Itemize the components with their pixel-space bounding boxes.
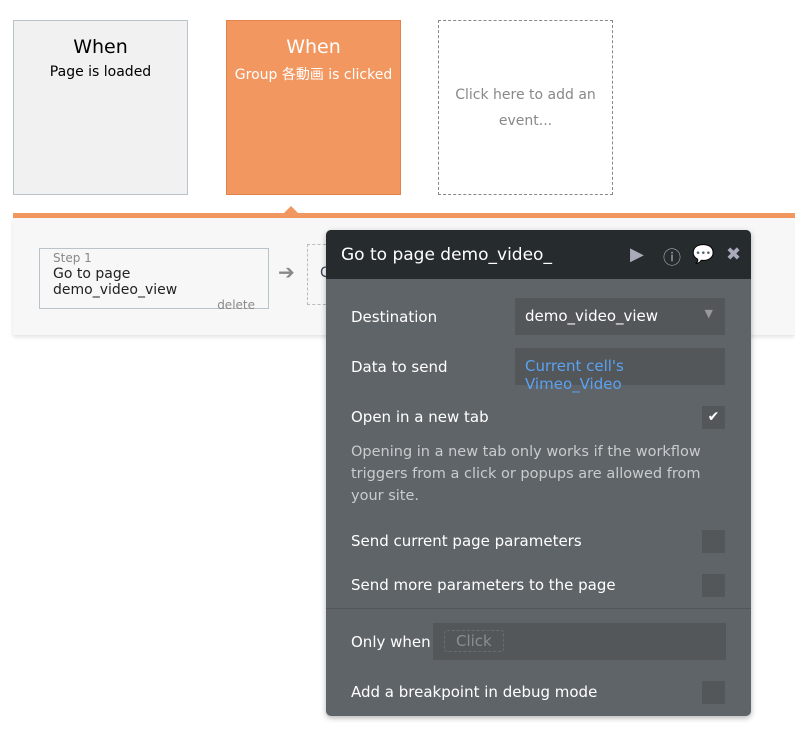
event-trigger: Page is loaded <box>49 64 152 80</box>
add-event-button[interactable]: Click here to add an event... <box>438 20 613 195</box>
destination-value: demo_video_view <box>525 307 659 325</box>
divider <box>326 608 751 609</box>
add-event-label: Click here to add an event... <box>455 86 596 129</box>
data-to-send-input[interactable]: Current cell's Vimeo_Video <box>515 348 725 393</box>
more-params-label: Send more parameters to the page <box>351 576 616 594</box>
new-tab-label: Open in a new tab <box>351 408 489 426</box>
new-tab-checkbox[interactable]: ✔ <box>702 406 725 429</box>
event-when: When <box>73 36 128 58</box>
delete-step-link[interactable]: delete <box>53 298 255 312</box>
popup-header: Go to page demo_video_ ▶ ⓘ 💬 ✖ <box>326 230 751 279</box>
event-trigger: Group 各動画 is clicked <box>234 67 393 83</box>
send-params-checkbox[interactable] <box>702 530 725 553</box>
chevron-down-icon: ▼ <box>704 307 713 320</box>
checkmark-icon: ✔ <box>707 409 720 425</box>
only-when-input[interactable]: Click <box>433 623 726 660</box>
breakpoint-checkbox[interactable] <box>702 681 725 704</box>
data-to-send-label: Data to send <box>351 358 448 376</box>
selected-event-notch <box>283 206 299 214</box>
step-number: Step 1 <box>53 251 92 265</box>
breakpoint-label: Add a breakpoint in debug mode <box>351 683 598 701</box>
step-action: Go to page demo_video_view <box>53 266 178 298</box>
destination-label: Destination <box>351 308 438 326</box>
comment-icon[interactable]: 💬 <box>692 244 714 265</box>
new-tab-help-text: Opening in a new tab only works if the w… <box>351 444 701 504</box>
only-when-label: Only when <box>351 633 431 651</box>
only-when-placeholder: Click <box>444 630 504 652</box>
event-group-clicked[interactable]: When Group 各動画 is clicked <box>226 20 401 195</box>
close-icon[interactable]: ✖ <box>726 244 741 265</box>
arrow-right-icon: ➔ <box>278 260 295 284</box>
play-icon[interactable]: ▶ <box>630 244 644 265</box>
event-page-loaded[interactable]: When Page is loaded <box>13 20 188 195</box>
event-when: When <box>286 36 341 58</box>
info-icon[interactable]: ⓘ <box>663 244 681 270</box>
more-params-checkbox[interactable] <box>702 574 725 597</box>
action-editor-popup: Go to page demo_video_ ▶ ⓘ 💬 ✖ Destinati… <box>326 230 751 716</box>
popup-title: Go to page demo_video_ <box>341 244 552 265</box>
step-1-card[interactable]: Step 1 Go to page demo_video_view delete <box>39 248 269 312</box>
send-params-label: Send current page parameters <box>351 532 582 550</box>
destination-dropdown[interactable]: demo_video_view ▼ <box>515 298 725 335</box>
